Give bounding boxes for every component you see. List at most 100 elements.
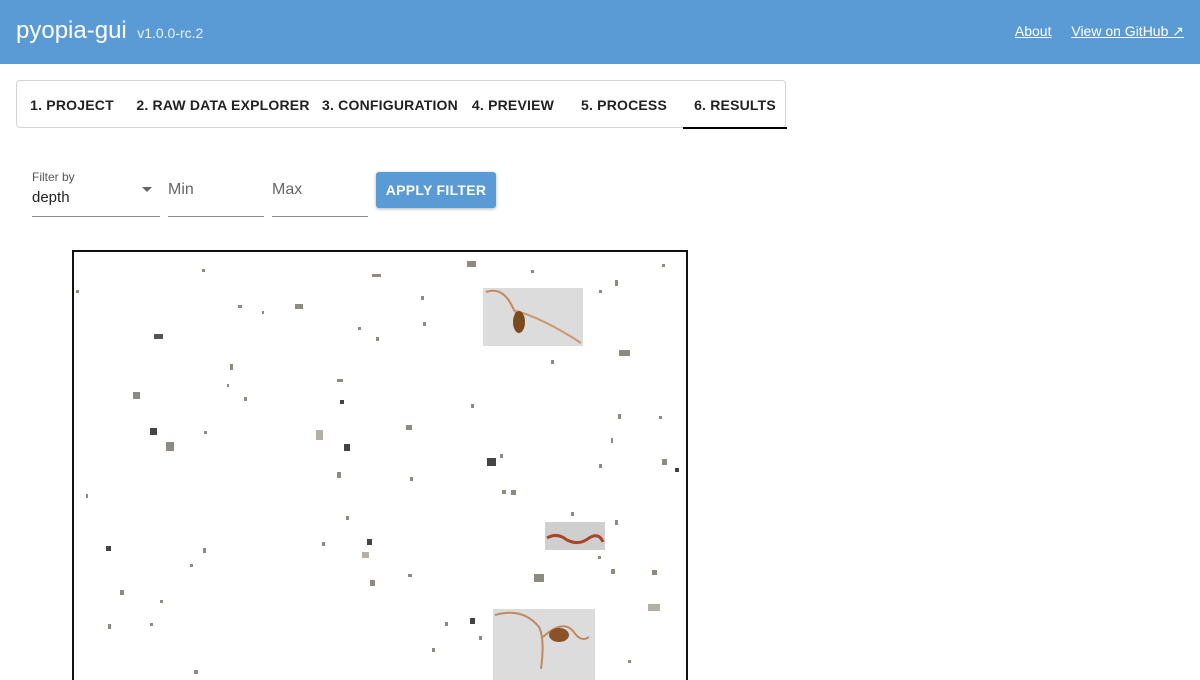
particle: [108, 624, 111, 629]
particle: [432, 648, 435, 652]
particle: [316, 430, 323, 440]
particle: [344, 444, 350, 451]
tab-process[interactable]: 5. PROCESS: [565, 81, 683, 129]
tab-configuration[interactable]: 3. CONFIGURATION: [319, 81, 461, 129]
tab-raw-data-explorer[interactable]: 2. RAW DATA EXPLORER: [127, 81, 319, 129]
max-placeholder: Max: [272, 181, 303, 198]
particle: [406, 425, 412, 430]
particle: [611, 569, 615, 574]
tab-results[interactable]: 6. RESULTS: [683, 81, 787, 129]
particle: [659, 416, 662, 419]
particle: [262, 311, 264, 314]
particle: [571, 512, 574, 516]
particle: [372, 274, 381, 277]
particle: [479, 636, 482, 640]
organism-image: [493, 609, 595, 680]
organism-image: [483, 288, 583, 346]
particle: [376, 337, 379, 341]
app-version: v1.0.0-rc.2: [137, 25, 204, 41]
particle: [445, 622, 448, 626]
particle: [203, 548, 206, 553]
particle: [86, 494, 88, 498]
particle: [618, 414, 621, 419]
header-nav: About View on GitHub ↗: [999, 23, 1184, 40]
particle: [531, 270, 534, 273]
filter-by-select[interactable]: Filter by depth: [32, 170, 160, 217]
particle: [628, 660, 631, 663]
particle: [599, 464, 602, 468]
tab-preview[interactable]: 4. PREVIEW: [461, 81, 565, 129]
particle: [120, 590, 124, 595]
min-input[interactable]: Min: [168, 170, 264, 217]
particle: [615, 280, 618, 286]
particle: [423, 322, 426, 326]
particle: [652, 570, 657, 575]
particle: [133, 392, 140, 399]
particle: [648, 604, 660, 611]
particle: [410, 477, 413, 481]
particle: [76, 290, 79, 293]
particle: [106, 546, 111, 551]
particle: [487, 458, 496, 466]
particle: [662, 459, 667, 465]
copepod-icon: [494, 611, 590, 670]
app-title: pyopia-gui: [16, 17, 127, 44]
particle: [346, 516, 349, 520]
particle: [150, 623, 153, 626]
particle: [154, 334, 163, 339]
particle: [322, 542, 325, 546]
particle: [599, 290, 602, 293]
particle: [230, 364, 233, 370]
step-tabs: 1. PROJECT 2. RAW DATA EXPLORER 3. CONFI…: [16, 80, 787, 129]
particle: [227, 384, 229, 387]
particle: [662, 264, 665, 267]
about-link[interactable]: About: [1015, 23, 1052, 39]
tab-project[interactable]: 1. PROJECT: [17, 81, 127, 129]
particle: [190, 564, 193, 567]
particle: [204, 431, 207, 434]
particle: [615, 520, 618, 525]
particle: [471, 404, 474, 408]
particle: [166, 442, 174, 451]
particle: [160, 600, 163, 603]
filter-by-value: depth: [32, 189, 70, 206]
particle: [598, 556, 601, 559]
particle: [358, 327, 361, 330]
particle: [421, 296, 424, 300]
copepod-icon: [485, 289, 582, 344]
organism-image: [545, 522, 605, 550]
particle: [611, 438, 613, 443]
particle: [194, 670, 198, 674]
particle: [337, 472, 341, 478]
particle: [367, 539, 372, 545]
apply-filter-button[interactable]: APPLY FILTER: [376, 172, 496, 208]
particle: [337, 379, 343, 382]
particle: [370, 580, 375, 586]
particle: [244, 397, 247, 401]
particle: [202, 269, 205, 272]
particle: [340, 400, 344, 404]
min-placeholder: Min: [168, 181, 194, 198]
particle: [502, 490, 506, 494]
particle: [408, 574, 412, 577]
app-bar: pyopia-gui v1.0.0-rc.2 About View on Git…: [0, 0, 1200, 64]
particle: [362, 552, 369, 558]
particle: [675, 468, 679, 472]
particle: [511, 490, 516, 495]
particle: [534, 574, 544, 582]
particle-montage: [72, 250, 688, 680]
particle: [470, 618, 475, 624]
particle: [551, 360, 554, 364]
chevron-down-icon: [142, 187, 152, 192]
particle: [619, 350, 630, 356]
particle: [467, 261, 476, 267]
particle: [500, 454, 503, 458]
max-input[interactable]: Max: [272, 170, 368, 217]
particle: [238, 305, 242, 308]
github-link[interactable]: View on GitHub ↗: [1071, 23, 1184, 39]
brand: pyopia-gui v1.0.0-rc.2: [16, 17, 203, 45]
filter-by-label: Filter by: [32, 170, 75, 184]
copepod-icon: [546, 533, 605, 545]
particle: [150, 428, 157, 435]
particle: [295, 304, 303, 309]
